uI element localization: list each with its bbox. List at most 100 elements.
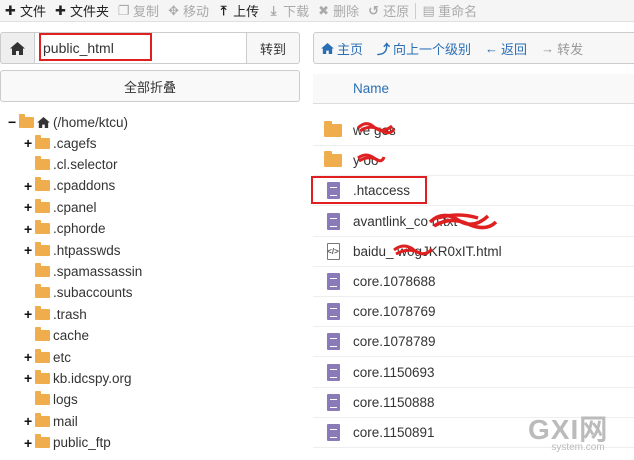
- file-list: we ges y oo .htaccess avantlink_co n.txt </>…: [313, 104, 634, 460]
- new-file-button[interactable]: ✚ 文件: [0, 0, 50, 22]
- upload-button[interactable]: ⤒ 上传: [213, 0, 263, 22]
- tree-item[interactable]: + .cphorde: [24, 219, 106, 239]
- rename-icon: ▤: [422, 2, 435, 18]
- file-icon-cell: [313, 121, 353, 137]
- move-button[interactable]: ✥ 移动: [163, 0, 213, 22]
- file-row[interactable]: core.1078769: [313, 297, 634, 328]
- document-icon: [326, 424, 340, 441]
- file-row[interactable]: core.1150888: [313, 388, 634, 418]
- tree-item-label: .htpasswds: [53, 242, 121, 258]
- file-name: core.1078688: [353, 274, 436, 289]
- file-icon-cell: </>: [313, 242, 353, 260]
- expand-toggle-icon[interactable]: +: [24, 179, 35, 193]
- collapse-all-button[interactable]: 全部折叠: [0, 70, 300, 102]
- tree-item[interactable]: + .cagefs: [24, 133, 97, 153]
- delete-icon: ✖: [318, 2, 330, 18]
- expand-toggle-icon[interactable]: +: [24, 414, 35, 428]
- file-row[interactable]: </> baidu_ w0gJKR0xIT.html: [313, 237, 634, 267]
- tree-item-label: .cl.selector: [53, 156, 118, 172]
- home-icon: [321, 42, 334, 54]
- path-home-button[interactable]: [0, 32, 34, 64]
- path-input[interactable]: [34, 32, 247, 64]
- download-icon: ⤓: [270, 2, 277, 18]
- file-row[interactable]: core.1150891: [313, 418, 634, 448]
- file-name: we ges: [353, 123, 396, 138]
- file-row[interactable]: core.1150693: [313, 358, 634, 388]
- plus-icon: ✚: [55, 2, 66, 18]
- folder-icon: [35, 177, 50, 192]
- file-icon-cell: [313, 424, 353, 441]
- file-row[interactable]: y oo: [313, 146, 634, 177]
- name-column-header[interactable]: Name: [313, 74, 634, 104]
- folder-icon: [35, 155, 50, 170]
- tree-item[interactable]: + .htpasswds: [24, 240, 121, 260]
- document-icon: [326, 363, 340, 381]
- folder-icon: [324, 121, 342, 137]
- expand-toggle-icon[interactable]: +: [24, 436, 35, 450]
- delete-button[interactable]: ✖ 删除: [313, 0, 363, 22]
- tree-item[interactable]: + kb.idcspy.org: [24, 368, 132, 388]
- folder-icon: [35, 220, 50, 235]
- restore-button[interactable]: ↺ 还原: [363, 0, 413, 22]
- folder-icon: [35, 262, 50, 277]
- tree-item-label: .cpaddons: [53, 178, 116, 194]
- file-icon-cell: [313, 393, 353, 411]
- move-icon: ✥: [168, 2, 179, 18]
- tree-item[interactable]: + .cpaddons: [24, 176, 115, 196]
- tree-item-label: etc: [53, 349, 72, 365]
- file-row[interactable]: core.1078789: [313, 327, 634, 358]
- tree-item[interactable]: logs: [24, 390, 78, 410]
- tree-item[interactable]: + etc: [24, 347, 71, 367]
- toolbar: ✚ 文件 ✚ 文件夹 ❐ 复制 ✥ 移动 ⤒ 上传 ⤓ 下载 ✖ 删除 ↺ 还原 ▤ 重命名: [0, 0, 634, 22]
- go-button[interactable]: 转到: [247, 32, 300, 64]
- arrow-right-icon: →: [541, 40, 555, 56]
- file-icon-cell: [313, 212, 353, 230]
- level-up-icon: ⤴: [377, 41, 391, 57]
- restore-icon: ↺: [368, 2, 380, 18]
- tree-item[interactable]: + mail: [24, 411, 78, 431]
- expand-toggle-icon[interactable]: +: [24, 222, 35, 236]
- file-row[interactable]: we ges: [313, 116, 634, 146]
- file-row[interactable]: .htaccess: [313, 176, 634, 207]
- tree-item[interactable]: .cl.selector: [24, 154, 118, 174]
- tree-item-label: .spamassassin: [53, 263, 143, 279]
- tree-root[interactable]: − (/home/ktcu): [8, 112, 128, 132]
- rename-button[interactable]: ▤ 重命名: [418, 0, 481, 22]
- arrow-left-icon: ←: [485, 40, 499, 56]
- document-icon: [326, 393, 340, 411]
- tree-item-label: .trash: [53, 306, 87, 322]
- expand-toggle-icon[interactable]: +: [24, 371, 35, 385]
- up-level-button[interactable]: ⤴ 向上一个级别: [370, 39, 478, 58]
- tree-item-label: .subaccounts: [53, 285, 133, 301]
- expand-toggle-icon[interactable]: +: [24, 350, 35, 364]
- download-button[interactable]: ⤓ 下载: [263, 0, 313, 22]
- back-button[interactable]: ← 返回: [478, 39, 534, 58]
- new-folder-button[interactable]: ✚ 文件夹: [50, 0, 113, 22]
- tree-item-label: .cagefs: [53, 135, 97, 151]
- document-icon: [326, 273, 340, 290]
- folder-icon: [35, 241, 50, 256]
- tree-item[interactable]: + public_ftp: [24, 433, 111, 453]
- collapse-toggle-icon[interactable]: −: [8, 115, 19, 129]
- expand-toggle-icon[interactable]: +: [24, 307, 35, 321]
- plus-icon: ✚: [5, 2, 16, 18]
- copy-button[interactable]: ❐ 复制: [113, 0, 163, 22]
- folder-icon: [35, 134, 50, 149]
- toolbar-divider: [415, 2, 417, 19]
- file-row[interactable]: core.1078688: [313, 267, 634, 297]
- file-row[interactable]: avantlink_co n.txt: [313, 207, 634, 237]
- folder-icon: [35, 327, 50, 342]
- file-name: core.1150891: [353, 425, 435, 440]
- tree-item[interactable]: + .trash: [24, 304, 87, 324]
- forward-button[interactable]: → 转发: [534, 39, 590, 58]
- tree-item[interactable]: .subaccounts: [24, 283, 133, 303]
- expand-toggle-icon[interactable]: +: [24, 243, 35, 257]
- expand-toggle-icon[interactable]: +: [24, 200, 35, 214]
- tree-item[interactable]: + .cpanel: [24, 197, 97, 217]
- tree-item[interactable]: cache: [24, 326, 89, 346]
- expand-toggle-icon[interactable]: +: [24, 136, 35, 150]
- folder-open-icon: [19, 113, 34, 128]
- folder-icon: [35, 434, 50, 449]
- home-nav-button[interactable]: 主页: [314, 39, 370, 58]
- tree-item[interactable]: .spamassassin: [24, 261, 142, 281]
